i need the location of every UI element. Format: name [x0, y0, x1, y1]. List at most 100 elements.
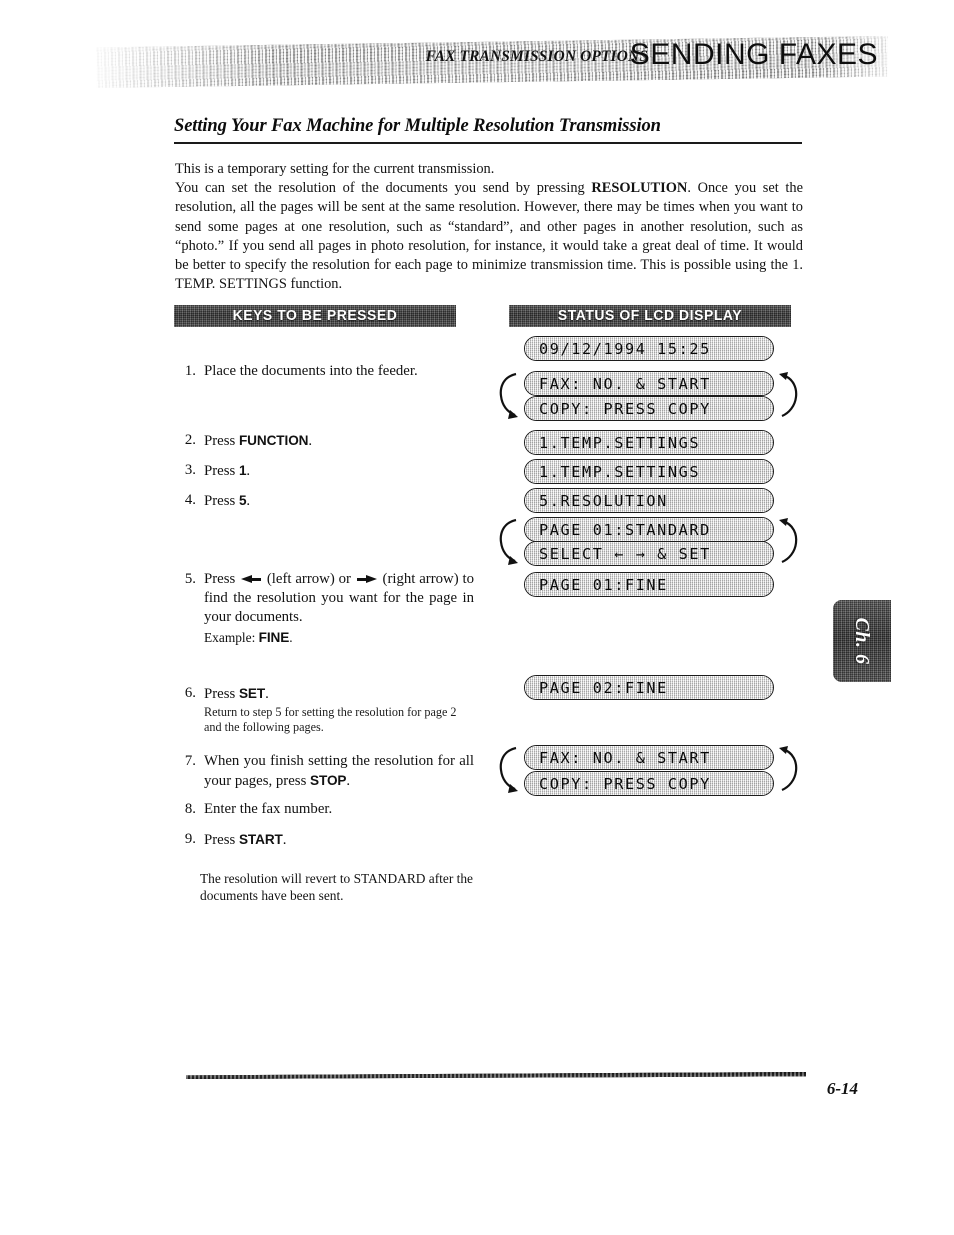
- lcd-copy-press-copy-1: COPY: PRESS COPY: [524, 396, 774, 421]
- example-suffix: .: [289, 630, 293, 645]
- step-suffix: .: [346, 773, 351, 789]
- lcd-text: 5.RESOLUTION: [539, 491, 668, 510]
- lcd-text: SELECT ← → & SET: [539, 544, 711, 563]
- page-header-banner: FAX TRANSMISSION OPTIONS SENDING FAXES: [96, 36, 888, 88]
- list-item: 8. Enter the fax number.: [174, 800, 474, 819]
- key-label-set: SET: [238, 686, 266, 701]
- step-suffix: .: [282, 832, 287, 848]
- step-number: 4.: [184, 492, 196, 508]
- step-suffix: .: [246, 493, 251, 509]
- keys-column-header: KEYS TO BE PRESSED: [174, 305, 456, 327]
- header-title: SENDING FAXES: [629, 38, 878, 71]
- lcd-page-02-fine: PAGE 02:FINE: [524, 675, 774, 700]
- intro-key-resolution: RESOLUTION: [591, 180, 688, 197]
- lcd-text: COPY: PRESS COPY: [539, 399, 711, 418]
- intro-lead: This is a temporary setting for the curr…: [175, 161, 495, 177]
- intro-text: This is a temporary setting for the curr…: [175, 160, 803, 294]
- step-part-b: (left arrow) or: [263, 571, 355, 587]
- lcd-text: PAGE 02:FINE: [539, 678, 668, 697]
- step-subnote: Return to step 5 for setting the resolut…: [204, 705, 457, 734]
- step-text: Press (left arrow) or (right arrow) to f…: [204, 570, 474, 627]
- step-suffix: .: [308, 433, 313, 449]
- status-column-header: STATUS OF LCD DISPLAY: [509, 305, 791, 327]
- lcd-text: FAX: NO. & START: [539, 748, 711, 767]
- step-prefix: Press: [204, 832, 239, 848]
- document-page: FAX TRANSMISSION OPTIONS SENDING FAXES S…: [0, 0, 954, 1235]
- lcd-text: 1.TEMP.SETTINGS: [539, 433, 701, 452]
- lcd-text: PAGE 01:FINE: [539, 575, 668, 594]
- list-item: 9. Press START.: [174, 830, 474, 850]
- lcd-text: FAX: NO. & START: [539, 374, 711, 393]
- chapter-tab: Ch. 6: [833, 600, 891, 682]
- page-number: 6-14: [826, 1079, 858, 1098]
- list-item: 1. Place the documents into the feeder.: [174, 362, 474, 381]
- step-example: Example: FINE.: [204, 628, 474, 647]
- step-text: When you finish setting the resolution f…: [204, 752, 474, 791]
- lcd-page-01-standard: PAGE 01:STANDARD: [524, 517, 774, 542]
- step-number: 2.: [184, 432, 196, 448]
- lcd-text: 09/12/1994 15:25: [539, 339, 711, 358]
- final-note: The resolution will revert to STANDARD a…: [200, 871, 473, 903]
- step-number: 1.: [184, 363, 196, 379]
- lcd-text: PAGE 01:STANDARD: [539, 520, 711, 539]
- alternation-arrow-icon: [776, 369, 802, 421]
- header-kicker: FAX TRANSMISSION OPTIONS: [425, 48, 648, 65]
- keys-column-header-label: KEYS TO BE PRESSED: [232, 308, 398, 324]
- example-label: Example:: [204, 630, 259, 645]
- alternation-arrow-icon: [496, 743, 522, 795]
- left-arrow-icon: [241, 575, 262, 584]
- right-arrow-icon: [356, 575, 377, 584]
- step-text: Press SET.: [204, 684, 474, 704]
- alternation-arrow-icon: [496, 515, 522, 567]
- step-text: Press START.: [204, 830, 474, 850]
- status-column-header-label: STATUS OF LCD DISPLAY: [557, 308, 743, 324]
- intro-body-b: . Once you set the resolution, all the p…: [175, 180, 803, 293]
- list-item: 5. Press (left arrow) or (right arrow) t…: [174, 570, 474, 647]
- step-number: 6.: [184, 685, 196, 701]
- step-number: 5.: [184, 571, 196, 587]
- lcd-copy-press-copy-2: COPY: PRESS COPY: [524, 771, 774, 796]
- list-item: 7. When you finish setting the resolutio…: [174, 752, 474, 791]
- list-item: 2. Press FUNCTION.: [174, 431, 474, 451]
- lcd-fax-no-start-2: FAX: NO. & START: [524, 745, 774, 770]
- footer-rule: [186, 1072, 806, 1079]
- list-item: 3. Press 1.: [174, 461, 474, 481]
- intro-body-a: You can set the resolution of the docume…: [175, 180, 592, 197]
- step-number: 8.: [184, 801, 196, 817]
- step-suffix: .: [265, 686, 269, 702]
- step-part-a: Press: [204, 571, 240, 587]
- alternation-arrow-icon: [496, 369, 522, 421]
- step-number: 7.: [184, 753, 196, 769]
- chapter-tab-label: Ch. 6: [851, 617, 874, 665]
- lcd-select-set: SELECT ← → & SET: [524, 541, 774, 566]
- key-label-fine: FINE: [258, 630, 290, 645]
- step-number: 9.: [184, 831, 196, 847]
- lcd-page-01-fine: PAGE 01:FINE: [524, 572, 774, 597]
- lcd-datetime: 09/12/1994 15:25: [524, 336, 774, 361]
- step-text: Press 1.: [204, 461, 474, 481]
- key-label-start: START: [238, 832, 283, 847]
- step-prefix: Press: [204, 493, 239, 509]
- title-underline: [174, 142, 802, 144]
- key-label-function: FUNCTION: [238, 433, 309, 448]
- alternation-arrow-icon: [776, 515, 802, 567]
- step-prefix: Press: [204, 463, 239, 479]
- step-text: Enter the fax number.: [204, 801, 333, 817]
- lcd-fax-no-start-1: FAX: NO. & START: [524, 371, 774, 396]
- alternation-arrow-icon: [776, 743, 802, 795]
- intro-paragraph: You can set the resolution of the docume…: [175, 179, 803, 294]
- step-prefix: Press: [204, 686, 239, 702]
- key-label-stop: STOP: [310, 773, 347, 788]
- step-text: Press FUNCTION.: [204, 431, 474, 451]
- lcd-temp-settings-2: 1.TEMP.SETTINGS: [524, 459, 774, 484]
- list-item: 4. Press 5.: [174, 491, 474, 511]
- step-suffix: .: [246, 463, 251, 479]
- lcd-resolution: 5.RESOLUTION: [524, 488, 774, 513]
- step-text: Place the documents into the feeder.: [204, 363, 418, 379]
- page-title: Setting Your Fax Machine for Multiple Re…: [174, 116, 661, 136]
- lcd-text: 1.TEMP.SETTINGS: [539, 462, 701, 481]
- list-item: 6. Press SET. Return to step 5 for setti…: [174, 684, 474, 734]
- step-text: Press 5.: [204, 491, 474, 511]
- step-prefix: Press: [204, 433, 239, 449]
- lcd-text: COPY: PRESS COPY: [539, 774, 711, 793]
